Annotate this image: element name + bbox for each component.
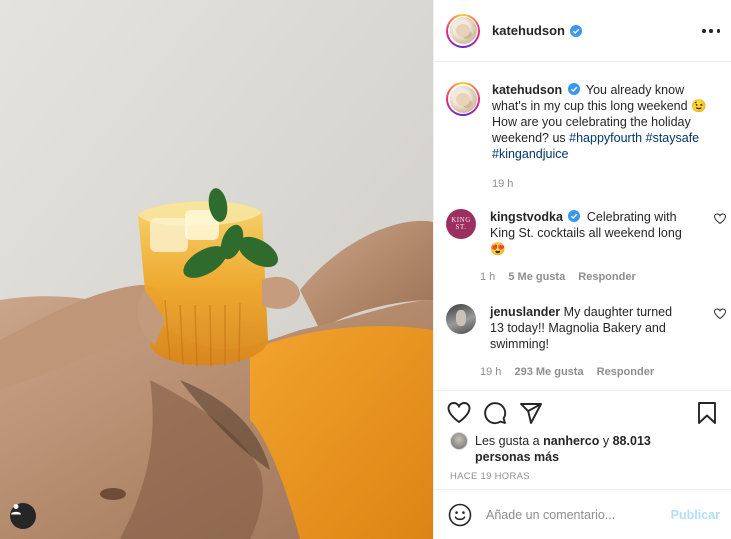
wink-emoji: 😉 <box>691 99 707 113</box>
reply-button[interactable]: Responder <box>578 271 635 283</box>
verified-icon <box>569 24 582 37</box>
emoji-icon[interactable] <box>448 503 472 527</box>
comment-text: jenuslander My daughter turned 13 today!… <box>490 304 686 352</box>
more-horizontal-icon <box>702 29 706 33</box>
likes-text: Les gusta a nanherco y 88.013 personas m… <box>475 433 655 465</box>
photo-illustration <box>0 0 433 539</box>
caption-text: katehudson You already know what's in my… <box>492 82 718 162</box>
hashtag-kingandjuice[interactable]: #kingandjuice <box>492 147 568 161</box>
verified-icon <box>567 83 580 95</box>
heart-icon[interactable] <box>447 401 471 425</box>
post-header: katehudson <box>434 0 731 62</box>
caption-username[interactable]: katehudson <box>492 83 562 97</box>
verified-icon <box>568 210 581 222</box>
bookmark-icon[interactable] <box>695 401 719 425</box>
user-tag-icon <box>11 504 21 515</box>
comment-input[interactable] <box>486 507 676 522</box>
comment-like-icon[interactable] <box>714 308 726 320</box>
author-username[interactable]: katehudson <box>492 23 565 38</box>
comment-timestamp[interactable]: 1 h <box>480 271 495 283</box>
more-options-button[interactable] <box>702 24 720 38</box>
reply-button[interactable]: Responder <box>597 366 654 378</box>
likes-conjunction: y <box>602 434 610 448</box>
caption-avatar[interactable] <box>446 82 480 116</box>
comment-username[interactable]: jenuslander <box>490 305 560 319</box>
comment-username[interactable]: kingstvodka <box>490 210 563 224</box>
comment-text: kingstvodka Celebrating with King St. co… <box>490 209 686 257</box>
liker-username[interactable]: nanherco <box>543 434 599 448</box>
author-avatar[interactable] <box>446 13 480 48</box>
comment-like-icon[interactable] <box>714 213 726 225</box>
comment-timestamp[interactable]: 19 h <box>480 366 501 378</box>
add-comment-bar: Publicar <box>434 489 731 539</box>
comments-list[interactable]: katehudson You already know what's in my… <box>434 62 731 390</box>
publish-button[interactable]: Publicar <box>671 508 720 522</box>
hashtag-staysafe[interactable]: #staysafe <box>646 131 700 145</box>
likes-summary: Les gusta a nanherco y 88.013 personas m… <box>450 432 655 465</box>
comment-icon[interactable] <box>483 401 507 425</box>
post-side-panel: katehudson katehudson You already know w… <box>433 0 731 539</box>
comment-avatar[interactable]: KING ST. <box>446 209 476 239</box>
caption-timestamp[interactable]: 19 h <box>492 178 513 190</box>
comment-item: KING ST. kingstvodka Celebrating with Ki… <box>446 209 726 257</box>
heart-eyes-emoji: 😍 <box>490 242 506 256</box>
comment-meta: 1 h 5 Me gusta Responder <box>480 271 646 283</box>
comment-likes[interactable]: 5 Me gusta <box>508 271 565 283</box>
post-actions: Les gusta a nanherco y 88.013 personas m… <box>434 390 731 489</box>
post-photo[interactable] <box>0 0 433 539</box>
comment-likes[interactable]: 293 Me gusta <box>514 366 583 378</box>
avatar-logo-text: ST. <box>455 223 467 231</box>
comment-avatar[interactable] <box>446 304 476 334</box>
post-time-ago[interactable]: HACE 19 HORAS <box>450 471 530 482</box>
user-tag-button[interactable] <box>10 503 36 529</box>
likes-prefix: Les gusta a <box>475 434 540 448</box>
comment-meta: 19 h 293 Me gusta Responder <box>480 366 664 378</box>
post-caption: katehudson You already know what's in my… <box>446 82 726 162</box>
share-icon[interactable] <box>519 401 543 425</box>
hashtag-happyfourth[interactable]: #happyfourth <box>569 131 642 145</box>
instagram-post: katehudson katehudson You already know w… <box>0 0 731 539</box>
comment-item: jenuslander My daughter turned 13 today!… <box>446 304 726 352</box>
liker-avatar[interactable] <box>450 432 468 450</box>
